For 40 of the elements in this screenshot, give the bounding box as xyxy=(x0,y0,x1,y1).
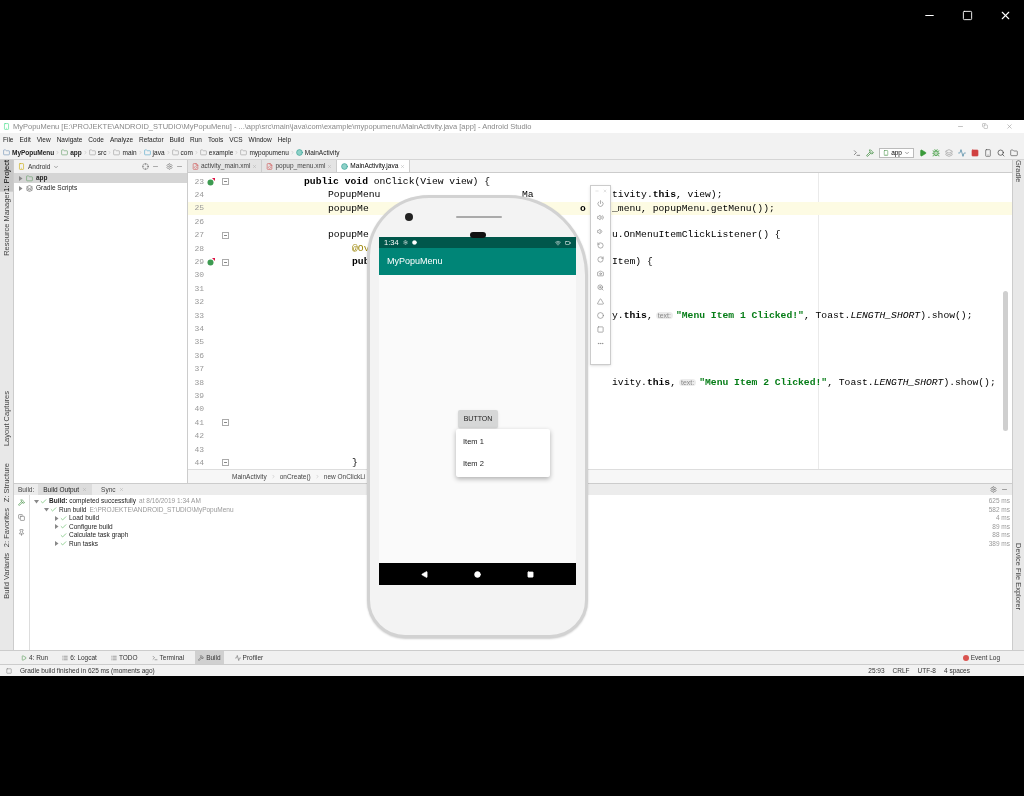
line-number: 24 xyxy=(193,189,204,202)
code-text: Ma xyxy=(522,190,534,200)
line-number: 23 xyxy=(193,175,204,188)
line-number: 29 xyxy=(193,256,204,269)
line-number: 38 xyxy=(193,376,204,389)
line-number: 40 xyxy=(193,403,204,416)
code-text: Item) { xyxy=(612,257,653,267)
line-number: 31 xyxy=(193,282,204,295)
code-text: popupMe xyxy=(328,230,369,241)
code-text: } xyxy=(352,458,358,468)
code-text: , Toast.LENGTH_SHORT).show(); xyxy=(803,310,973,321)
line-number: 42 xyxy=(193,430,204,443)
code-text: public void onClick(View view) { xyxy=(304,176,491,187)
line-number: 41 xyxy=(193,416,204,429)
line-number: 35 xyxy=(193,336,204,349)
code-text: o xyxy=(580,203,586,214)
line-number: 33 xyxy=(193,309,204,322)
line-number: 32 xyxy=(193,296,204,309)
line-number: 26 xyxy=(193,215,204,228)
code-text: , Toast.LENGTH_SHORT).show(); xyxy=(827,377,996,388)
code-text: y.this, xyxy=(612,310,653,321)
code-text: tivity.this, view); xyxy=(612,190,723,200)
line-number: 28 xyxy=(193,242,204,255)
line-number: 39 xyxy=(193,389,204,402)
line-number: 34 xyxy=(193,323,204,335)
line-number: 44 xyxy=(193,456,204,469)
line-number: 36 xyxy=(193,349,204,362)
line-number: 27 xyxy=(193,229,204,242)
code-text: _menu, popupMenu.getMenu()); xyxy=(612,203,775,214)
code-text: ivity.this, xyxy=(612,377,676,388)
line-number: 25 xyxy=(193,202,204,215)
line-number: 30 xyxy=(193,269,204,282)
string-literal: "Menu Item 2 Clicked!" xyxy=(699,377,828,388)
code-text: PopupMenu xyxy=(328,190,381,200)
line-number: 43 xyxy=(193,443,204,456)
code-text: popupMe xyxy=(328,203,369,214)
line-number: 37 xyxy=(193,363,204,376)
app-title: MyPopuMenu xyxy=(387,254,443,268)
code-text: u.OnMenuItemClickListener() { xyxy=(612,230,781,241)
string-literal: "Menu Item 1 Clicked!" xyxy=(675,310,804,321)
